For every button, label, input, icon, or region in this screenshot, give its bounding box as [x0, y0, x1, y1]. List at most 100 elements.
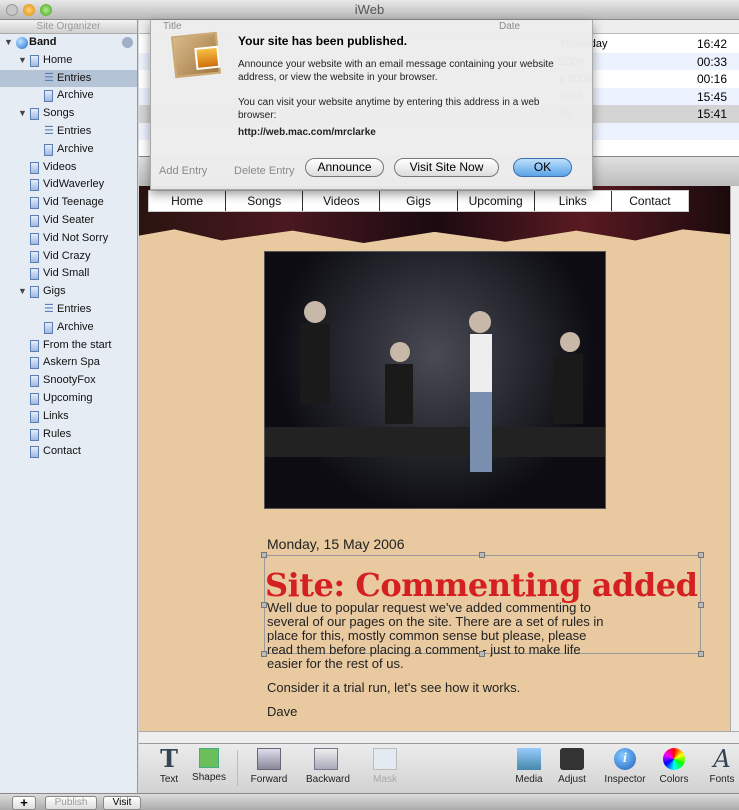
close-button[interactable] — [6, 4, 18, 16]
sidebar-item-links[interactable]: Links — [0, 408, 137, 426]
sidebar-item-vid-not-sorry[interactable]: Vid Not Sorry — [0, 230, 137, 248]
page-icon — [30, 214, 39, 227]
page-icon — [30, 250, 39, 263]
nav-contact[interactable]: Contact — [612, 191, 688, 211]
band-photo-image — [265, 301, 605, 472]
band-photo[interactable] — [264, 251, 606, 509]
page-icon — [44, 90, 53, 103]
toolbar-label: Shapes — [192, 772, 226, 783]
column-title[interactable]: Title — [163, 21, 182, 32]
sidebar-item-label: Songs — [43, 107, 75, 120]
resize-handle[interactable] — [261, 552, 267, 558]
media-button[interactable]: Media — [509, 748, 549, 785]
sidebar-item-band[interactable]: ▼ Band — [0, 34, 137, 52]
nav-home[interactable]: Home — [149, 191, 227, 211]
nav-videos[interactable]: Videos — [303, 191, 381, 211]
toolbar-label: Backward — [306, 774, 350, 785]
disclosure-triangle-icon[interactable]: ▼ — [4, 34, 13, 52]
inspector-button[interactable]: i Inspector — [597, 748, 653, 785]
sidebar-item-home[interactable]: ▼ Home — [0, 52, 137, 70]
add-entry-button[interactable]: Add Entry — [159, 165, 207, 177]
sidebar-item-archive[interactable]: Archive — [0, 87, 137, 105]
sidebar-item-label: Archive — [57, 89, 94, 102]
sidebar-item-rules[interactable]: Rules — [0, 426, 137, 444]
sidebar-item-label: Home — [43, 53, 73, 66]
sidebar-item-archive[interactable]: Archive — [0, 319, 137, 337]
fonts-button[interactable]: A Fonts — [702, 747, 739, 785]
entry-date[interactable]: Monday, 15 May 2006 — [267, 536, 405, 552]
page-icon — [30, 286, 39, 299]
forward-button[interactable]: Forward — [249, 748, 289, 785]
body-paragraph: Consider it a trial run, let's see how i… — [267, 680, 521, 695]
publish-button[interactable]: Publish — [45, 796, 97, 810]
sidebar-item-songs[interactable]: ▼ Songs — [0, 105, 137, 123]
adjust-button[interactable]: Adjust — [552, 748, 592, 785]
add-page-button[interactable]: + — [12, 796, 36, 810]
sidebar-item-entries[interactable]: ☰ Entries — [0, 301, 137, 319]
announce-button[interactable]: Announce — [305, 158, 384, 177]
resize-handle[interactable] — [698, 602, 704, 608]
body-paragraph: Well due to popular request we've added … — [267, 600, 604, 671]
toolbar-label: Forward — [250, 774, 288, 785]
sidebar-item-label: Vid Not Sorry — [43, 231, 109, 244]
sidebar-item-label: Archive — [57, 142, 94, 155]
sidebar-item-gigs[interactable]: ▼ Gigs — [0, 283, 137, 301]
shapes-button[interactable]: Shapes — [189, 748, 229, 783]
sidebar-item-label: Gigs — [43, 285, 66, 298]
minimize-button[interactable] — [23, 4, 35, 16]
vertical-scrollbar[interactable] — [730, 186, 739, 731]
page-canvas[interactable]: Home Songs Videos Gigs Upcoming Links Contact … — [139, 186, 730, 731]
sidebar-item-entries[interactable]: ☰ Entries — [0, 69, 137, 88]
iweb-publish-icon — [170, 31, 222, 79]
nav-links[interactable]: Links — [535, 191, 612, 211]
page-icon — [30, 161, 39, 174]
colors-icon — [663, 748, 685, 770]
page-icon — [30, 179, 39, 192]
sidebar-item-label: Vid Crazy — [43, 249, 91, 262]
sidebar-item-label: From the start — [43, 338, 112, 351]
sidebar-item-vid-crazy[interactable]: Vid Crazy — [0, 248, 137, 266]
delete-entry-button[interactable]: Delete Entry — [234, 165, 295, 177]
disclosure-triangle-icon[interactable]: ▼ — [18, 52, 27, 70]
sidebar-item-vid-teenage[interactable]: Vid Teenage — [0, 194, 137, 212]
disclosure-triangle-icon[interactable]: ▼ — [18, 105, 27, 123]
sidebar-item-entries[interactable]: ☰ Entries — [0, 123, 137, 141]
sidebar-item-contact[interactable]: Contact — [0, 443, 137, 461]
sidebar-item-label: Archive — [57, 320, 94, 333]
sidebar-item-snootyfox[interactable]: SnootyFox — [0, 372, 137, 390]
ok-button[interactable]: OK — [513, 158, 572, 177]
sidebar-item-archive[interactable]: Archive — [0, 141, 137, 159]
zoom-button[interactable] — [40, 4, 52, 16]
entry-headline[interactable]: Site: Commenting added — [265, 566, 698, 604]
sidebar-item-upcoming[interactable]: Upcoming — [0, 390, 137, 408]
entry-body[interactable]: Well due to popular request we've added … — [267, 601, 607, 729]
nav-gigs[interactable]: Gigs — [380, 191, 458, 211]
visit-site-now-button[interactable]: Visit Site Now — [394, 158, 499, 177]
text-button[interactable]: T Text — [149, 747, 189, 786]
mask-button[interactable]: Mask — [365, 748, 405, 785]
sidebar-item-vidwaverley[interactable]: VidWaverley — [0, 176, 137, 194]
dialog-visit-text: You can visit your website anytime by en… — [238, 97, 540, 121]
page-icon — [30, 410, 39, 423]
resize-handle[interactable] — [698, 651, 704, 657]
visit-button[interactable]: Visit — [103, 796, 141, 810]
disclosure-triangle-icon[interactable]: ▼ — [18, 283, 27, 301]
column-date[interactable]: Date — [499, 21, 520, 32]
sidebar-item-askern-spa[interactable]: Askern Spa — [0, 354, 137, 372]
resize-handle[interactable] — [698, 552, 704, 558]
horizontal-scrollbar[interactable] — [139, 731, 739, 743]
colors-button[interactable]: Colors — [654, 748, 694, 785]
site-url[interactable]: http://web.mac.com/mrclarke — [238, 126, 578, 139]
sidebar-item-vid-seater[interactable]: Vid Seater — [0, 212, 137, 230]
sidebar-item-label: Askern Spa — [43, 356, 100, 369]
sidebar-item-vid-small[interactable]: Vid Small — [0, 265, 137, 283]
sidebar-item-videos[interactable]: Videos — [0, 159, 137, 177]
nav-upcoming[interactable]: Upcoming — [458, 191, 535, 211]
sidebar-item-from-the-start[interactable]: From the start — [0, 337, 137, 355]
entry-time: 15:45 — [696, 89, 727, 104]
backward-button[interactable]: Backward — [306, 748, 350, 785]
nav-songs[interactable]: Songs — [226, 191, 304, 211]
page-icon — [30, 428, 39, 441]
adjust-icon — [560, 748, 584, 770]
resize-handle[interactable] — [479, 552, 485, 558]
